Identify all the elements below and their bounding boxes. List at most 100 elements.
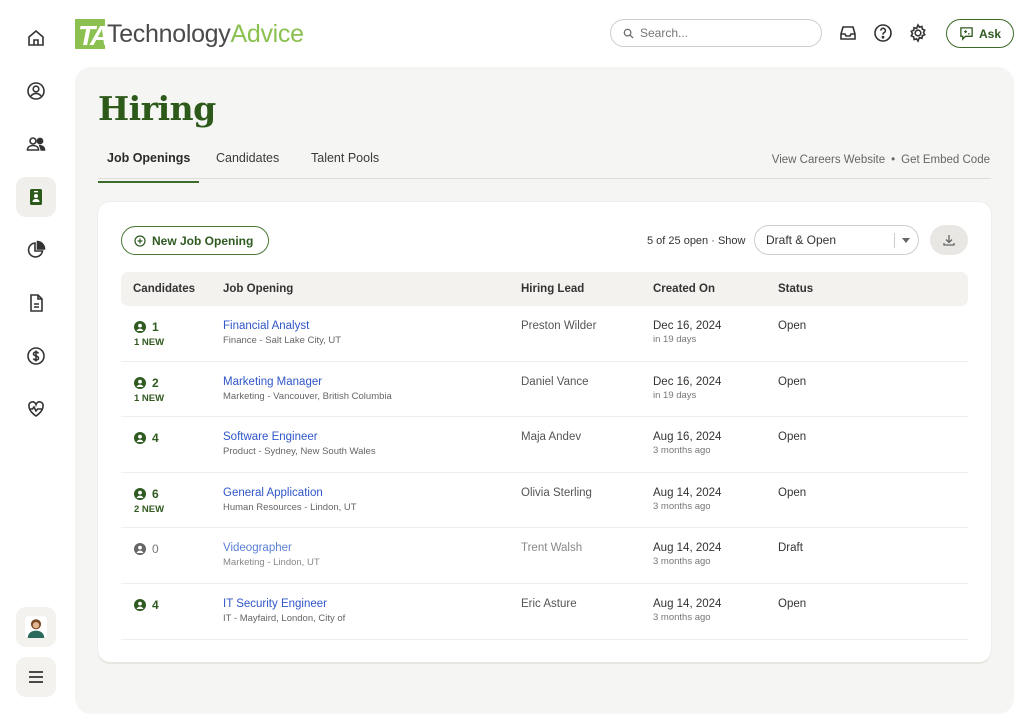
ask-label: Ask bbox=[978, 26, 1001, 41]
tab-job-openings[interactable]: Job Openings bbox=[98, 151, 200, 183]
sidebar-item-reports[interactable] bbox=[16, 230, 56, 270]
column-header-job-opening[interactable]: Job Opening bbox=[223, 283, 293, 295]
page-title: Hiring bbox=[98, 89, 216, 128]
sidebar bbox=[0, 0, 72, 714]
job-title-link[interactable]: Software Engineer bbox=[223, 431, 376, 443]
created-date: Aug 14, 2024 bbox=[653, 486, 722, 499]
table-row[interactable]: 2 1 NEW Marketing Manager Marketing - Van… bbox=[121, 362, 968, 418]
user-icon bbox=[134, 543, 146, 556]
avatar bbox=[25, 616, 47, 638]
sidebar-item-benefits[interactable] bbox=[16, 389, 56, 429]
candidate-count[interactable]: 1 1 NEW bbox=[134, 320, 164, 348]
inbox-icon bbox=[840, 26, 856, 40]
job-title-link[interactable]: Financial Analyst bbox=[223, 320, 341, 332]
column-header-hiring-lead[interactable]: Hiring Lead bbox=[521, 283, 584, 295]
job-title-link[interactable]: General Application bbox=[223, 487, 357, 499]
people-icon bbox=[26, 137, 46, 151]
job-openings-card: New Job Opening 5 of 25 open · Show Draf… bbox=[98, 202, 991, 662]
pie-chart-icon bbox=[27, 240, 46, 258]
heart-pulse-icon bbox=[28, 401, 44, 417]
job-department-location: IT - Mayfaird, London, City of bbox=[223, 612, 346, 624]
status-text: Open bbox=[778, 375, 807, 388]
new-job-opening-label: New Job Opening bbox=[152, 233, 254, 248]
ask-button[interactable]: Ask bbox=[946, 19, 1014, 48]
hiring-lead: Trent Walsh bbox=[521, 542, 583, 555]
created-date: Aug 16, 2024 bbox=[653, 431, 722, 444]
candidate-count[interactable]: 2 1 NEW bbox=[134, 376, 164, 404]
logo-text-accent: Advice bbox=[230, 20, 304, 48]
sidebar-item-home[interactable] bbox=[16, 18, 56, 58]
candidate-count[interactable]: 6 2 NEW bbox=[134, 487, 164, 515]
table-row[interactable]: 4 Software Engineer Product - Sydney, New… bbox=[121, 417, 968, 473]
table-row[interactable]: 0 Videographer Marketing - Lindon, UT Tre… bbox=[121, 528, 968, 584]
job-department-location: Marketing - Vancouver, British Columbia bbox=[223, 390, 392, 402]
hiring-lead: Eric Asture bbox=[521, 597, 577, 610]
embed-code-link[interactable]: Get Embed Code bbox=[901, 154, 990, 166]
sidebar-item-people[interactable] bbox=[16, 124, 56, 164]
created-date: Dec 16, 2024 bbox=[653, 320, 722, 332]
job-title-link[interactable]: IT Security Engineer bbox=[223, 598, 345, 610]
dollar-icon bbox=[27, 347, 45, 365]
id-badge-icon bbox=[30, 189, 42, 205]
search-box[interactable] bbox=[610, 19, 822, 47]
column-header-created-on[interactable]: Created On bbox=[653, 283, 715, 295]
sidebar-item-hiring[interactable] bbox=[16, 177, 56, 217]
candidate-count[interactable]: 4 bbox=[134, 598, 159, 615]
link-separator: • bbox=[891, 154, 896, 166]
tab-talent-pools[interactable]: Talent Pools bbox=[311, 151, 379, 179]
search-icon bbox=[623, 28, 634, 39]
sidebar-item-avatar[interactable] bbox=[16, 607, 56, 647]
new-job-opening-button[interactable]: New Job Opening bbox=[121, 226, 270, 255]
table-row[interactable]: 1 1 NEW Financial Analyst Finance - Salt … bbox=[121, 306, 968, 362]
candidate-count[interactable]: 0 bbox=[134, 542, 159, 559]
logo-text-main: Technology bbox=[107, 20, 231, 48]
brand-logo[interactable]: TA TechnologyAdvice bbox=[75, 15, 304, 50]
open-count-text: 5 of 25 open · Show bbox=[647, 235, 746, 247]
job-department-location: Product - Sydney, New South Wales bbox=[223, 446, 376, 458]
download-icon bbox=[943, 235, 955, 246]
download-button[interactable] bbox=[930, 225, 968, 255]
hiring-lead: Olivia Sterling bbox=[521, 486, 592, 499]
column-header-candidates[interactable]: Candidates bbox=[133, 283, 195, 295]
sidebar-item-profile[interactable] bbox=[16, 71, 56, 111]
view-careers-link[interactable]: View Careers Website bbox=[772, 154, 885, 166]
document-icon bbox=[30, 294, 43, 312]
settings-button[interactable] bbox=[907, 22, 929, 44]
new-candidates-badge: 1 NEW bbox=[134, 337, 165, 348]
hiring-lead: Maja Andev bbox=[521, 431, 582, 444]
column-header-status[interactable]: Status bbox=[778, 283, 813, 295]
main-panel: Hiring Job Openings Candidates Talent Po… bbox=[75, 67, 1014, 714]
candidate-count[interactable]: 4 bbox=[134, 431, 159, 448]
logo-mark: TA bbox=[75, 19, 110, 50]
job-department-location: Human Resources - Lindon, UT bbox=[223, 501, 357, 513]
created-date: Aug 14, 2024 bbox=[653, 542, 722, 555]
job-title-link[interactable]: Marketing Manager bbox=[223, 376, 392, 388]
created-relative: 3 months ago bbox=[653, 500, 711, 512]
inbox-button[interactable] bbox=[837, 22, 859, 44]
status-text: Open bbox=[778, 486, 807, 499]
status-text: Open bbox=[778, 597, 807, 610]
search-input[interactable] bbox=[640, 26, 810, 40]
sidebar-item-documents[interactable] bbox=[16, 283, 56, 323]
hiring-lead: Preston Wilder bbox=[521, 320, 597, 332]
created-relative: in 19 days bbox=[653, 334, 697, 345]
table-row[interactable]: 6 2 NEW General Application Human Resourc… bbox=[121, 473, 968, 529]
chat-sparkle-icon bbox=[960, 27, 973, 41]
user-icon bbox=[134, 376, 146, 389]
tab-candidates[interactable]: Candidates bbox=[216, 151, 279, 179]
new-candidates-badge: 2 NEW bbox=[134, 503, 165, 515]
created-relative: in 19 days bbox=[653, 389, 697, 401]
table-body: 1 1 NEW Financial Analyst Finance - Salt … bbox=[121, 306, 968, 640]
settings-icon bbox=[910, 23, 926, 43]
sidebar-item-payroll[interactable] bbox=[16, 336, 56, 376]
plus-circle-icon bbox=[134, 234, 146, 247]
status-filter-select[interactable]: Draft & Open bbox=[754, 225, 919, 255]
table-header: Candidates Job Opening Hiring Lead Creat… bbox=[121, 272, 968, 306]
help-icon bbox=[874, 24, 892, 42]
job-title-link[interactable]: Videographer bbox=[223, 542, 320, 554]
help-button[interactable] bbox=[872, 22, 894, 44]
job-department-location: Finance - Salt Lake City, UT bbox=[223, 335, 342, 346]
sidebar-item-menu[interactable] bbox=[16, 657, 56, 697]
table-row[interactable]: 4 IT Security Engineer IT - Mayfaird, Lon… bbox=[121, 584, 968, 640]
home-icon bbox=[28, 29, 44, 46]
